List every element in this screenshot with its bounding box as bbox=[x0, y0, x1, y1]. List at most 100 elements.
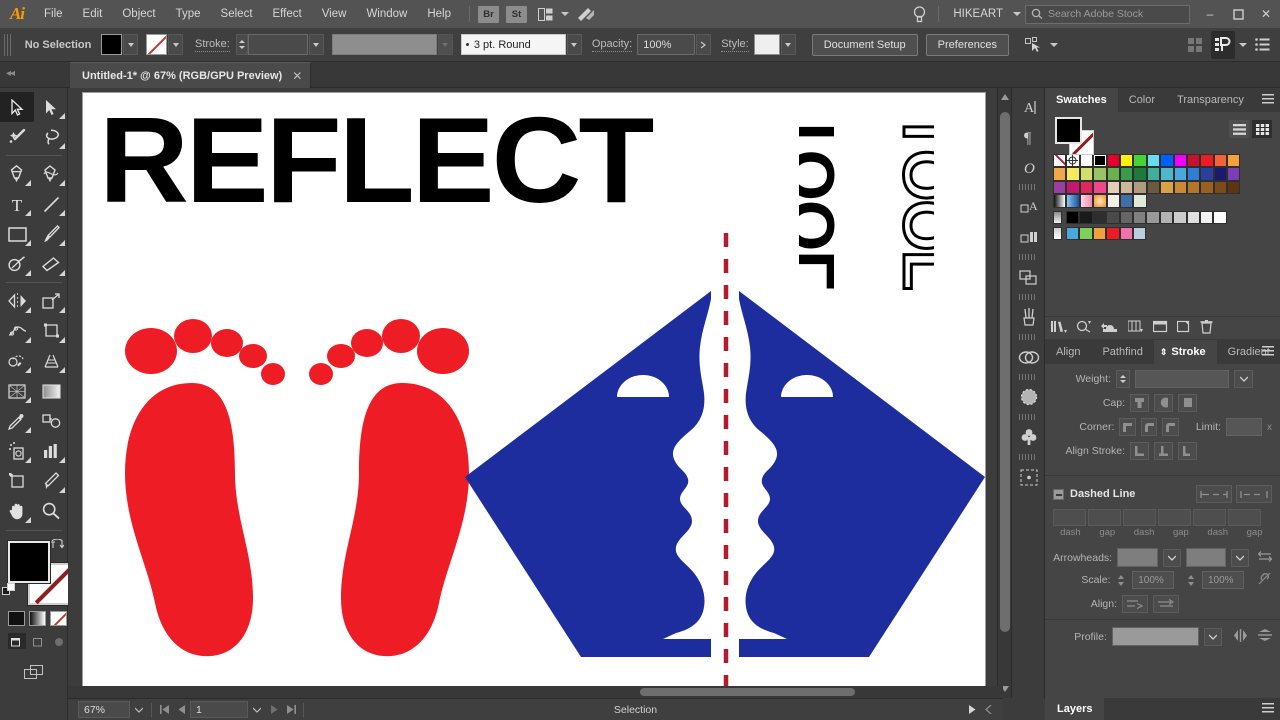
swatch-bronze[interactable] bbox=[1174, 181, 1187, 194]
swatch-gray-30[interactable] bbox=[1106, 211, 1119, 224]
workspace-chevron-down-icon[interactable] bbox=[1235, 31, 1251, 59]
control-bar-grip[interactable] bbox=[4, 34, 11, 56]
graphic-style-swatch[interactable] bbox=[754, 34, 780, 55]
swatch-light-ramp[interactable] bbox=[1053, 227, 1062, 240]
variable-width-profile-field[interactable] bbox=[332, 34, 437, 55]
scroll-up-arrow-icon[interactable] bbox=[998, 90, 1012, 104]
artboard-number-field[interactable]: 1 bbox=[190, 701, 248, 718]
shaper-tool[interactable] bbox=[0, 249, 34, 279]
menu-file[interactable]: File bbox=[34, 0, 73, 28]
full-screen-menubar-icon[interactable] bbox=[29, 633, 47, 649]
eraser-tool[interactable] bbox=[34, 249, 68, 279]
select-similar-chevron-icon[interactable] bbox=[1046, 31, 1062, 59]
swatch-pink[interactable] bbox=[1093, 181, 1106, 194]
window-close-button[interactable]: ✕ bbox=[1252, 0, 1280, 28]
swatch-gray-90[interactable] bbox=[1187, 211, 1200, 224]
zoom-chevron-down-icon[interactable] bbox=[130, 701, 147, 718]
swatch-fuchsia[interactable] bbox=[1066, 181, 1079, 194]
next-artboard-icon[interactable] bbox=[265, 701, 282, 718]
color-mode-icon[interactable] bbox=[8, 611, 25, 626]
style-chevron-icon[interactable] bbox=[781, 34, 796, 55]
sync-settings-icon[interactable] bbox=[573, 0, 599, 28]
shape-builder-tool[interactable] bbox=[0, 346, 34, 376]
align-stroke-center-button[interactable] bbox=[1130, 442, 1149, 460]
swatch-purple[interactable] bbox=[1053, 181, 1066, 194]
swatch-tan[interactable] bbox=[1120, 181, 1133, 194]
pen-tool[interactable] bbox=[0, 159, 34, 189]
swatch-blue[interactable] bbox=[1160, 154, 1173, 167]
new-color-group-icon[interactable] bbox=[1153, 320, 1168, 336]
stroke-label[interactable]: Stroke: bbox=[195, 38, 230, 52]
gradient-mode-icon[interactable] bbox=[29, 611, 46, 626]
collapse-icon[interactable] bbox=[980, 701, 997, 718]
tab-pathfinder[interactable]: Pathfind bbox=[1091, 340, 1153, 364]
menu-object[interactable]: Object bbox=[112, 0, 165, 28]
scale-tool[interactable] bbox=[34, 286, 68, 316]
swatch-accent-pink[interactable] bbox=[1120, 227, 1133, 240]
swatch-libraries-icon[interactable] bbox=[1051, 320, 1067, 336]
align-dash-to-corners-button[interactable] bbox=[1122, 595, 1148, 613]
weight-stepper[interactable] bbox=[1116, 370, 1130, 388]
dash-field-1[interactable] bbox=[1053, 509, 1086, 526]
arrange-documents-toggle[interactable] bbox=[1211, 31, 1235, 59]
swatch-gray-0[interactable] bbox=[1066, 211, 1079, 224]
show-swatch-kinds-icon[interactable] bbox=[1076, 320, 1092, 336]
swatch-gray-50[interactable] bbox=[1133, 211, 1146, 224]
swatch-lime[interactable] bbox=[1080, 167, 1093, 180]
swatches-fill-swatch[interactable] bbox=[1055, 117, 1082, 144]
normal-screen-mode-icon[interactable] bbox=[8, 633, 26, 649]
link-scale-icon[interactable] bbox=[1257, 571, 1272, 589]
round-cap-button[interactable] bbox=[1154, 394, 1173, 412]
swatch-coral[interactable] bbox=[1214, 154, 1227, 167]
document-tab-close-icon[interactable]: ✕ bbox=[292, 70, 302, 82]
graphic-styles-panel-icon[interactable] bbox=[1012, 222, 1046, 252]
blend-tool[interactable] bbox=[34, 406, 68, 436]
mesh-tool[interactable] bbox=[0, 376, 34, 406]
fill-dropdown-chevron-icon[interactable] bbox=[123, 34, 138, 55]
more-options-icon[interactable] bbox=[1251, 31, 1274, 59]
document-tab[interactable]: Untitled-1* @ 67% (RGB/GPU Preview) ✕ bbox=[70, 62, 311, 88]
weight-field[interactable] bbox=[1135, 370, 1229, 388]
swatch-chocolate[interactable] bbox=[1227, 181, 1240, 194]
stroke-weight-chevron-icon[interactable] bbox=[309, 34, 324, 55]
rectangle-tool[interactable] bbox=[0, 219, 34, 249]
edit-toolbar-icon[interactable] bbox=[24, 665, 46, 683]
transform-panel-icon[interactable] bbox=[1012, 262, 1046, 292]
swatch-gold[interactable] bbox=[1160, 181, 1173, 194]
zoom-level-field[interactable]: 67% bbox=[78, 701, 130, 718]
dash-field-3[interactable] bbox=[1193, 509, 1226, 526]
tab-color[interactable]: Color bbox=[1118, 88, 1166, 112]
user-account-label[interactable]: HIKEART bbox=[947, 8, 1009, 20]
menu-select[interactable]: Select bbox=[211, 0, 263, 28]
swatch-gray-70[interactable] bbox=[1160, 211, 1173, 224]
swatch-accent-red[interactable] bbox=[1106, 227, 1119, 240]
swatch-red[interactable] bbox=[1107, 154, 1120, 167]
swatch-pattern-dots[interactable] bbox=[1107, 194, 1120, 207]
line-segment-tool[interactable] bbox=[34, 189, 68, 219]
paintbrush-tool[interactable] bbox=[34, 219, 68, 249]
arrange-documents-icon[interactable] bbox=[534, 0, 557, 28]
menu-type[interactable]: Type bbox=[166, 0, 211, 28]
round-join-button[interactable] bbox=[1141, 418, 1158, 436]
swatches-panel-menu-icon[interactable] bbox=[1262, 94, 1274, 105]
swatch-black[interactable] bbox=[1093, 154, 1106, 167]
headline-text[interactable]: REFLECT bbox=[99, 99, 651, 221]
select-similar-objects-icon[interactable] bbox=[1021, 31, 1046, 59]
fill-color-swatch[interactable] bbox=[101, 34, 122, 55]
gradient-tool[interactable] bbox=[34, 376, 68, 406]
previous-artboard-icon[interactable] bbox=[173, 701, 190, 718]
swap-arrowheads-icon[interactable] bbox=[1258, 550, 1272, 566]
type-tool[interactable]: T bbox=[0, 189, 34, 219]
swatch-azure[interactable] bbox=[1187, 167, 1200, 180]
opentype-panel-icon[interactable]: O bbox=[1012, 152, 1046, 182]
profile-chevron-icon[interactable] bbox=[1204, 628, 1222, 646]
swatch-cyan[interactable] bbox=[1147, 154, 1160, 167]
swatch-rose[interactable] bbox=[1080, 181, 1093, 194]
swatch-olive[interactable] bbox=[1093, 167, 1106, 180]
tab-stroke[interactable]: ⇕ Stroke bbox=[1154, 340, 1217, 364]
dash-preserve-exact-button[interactable] bbox=[1196, 485, 1232, 503]
column-graph-tool[interactable] bbox=[34, 436, 68, 466]
artboard-chevron-down-icon[interactable] bbox=[248, 701, 265, 718]
limit-field[interactable] bbox=[1226, 418, 1262, 436]
swatch-gradient-orange[interactable] bbox=[1093, 194, 1106, 207]
